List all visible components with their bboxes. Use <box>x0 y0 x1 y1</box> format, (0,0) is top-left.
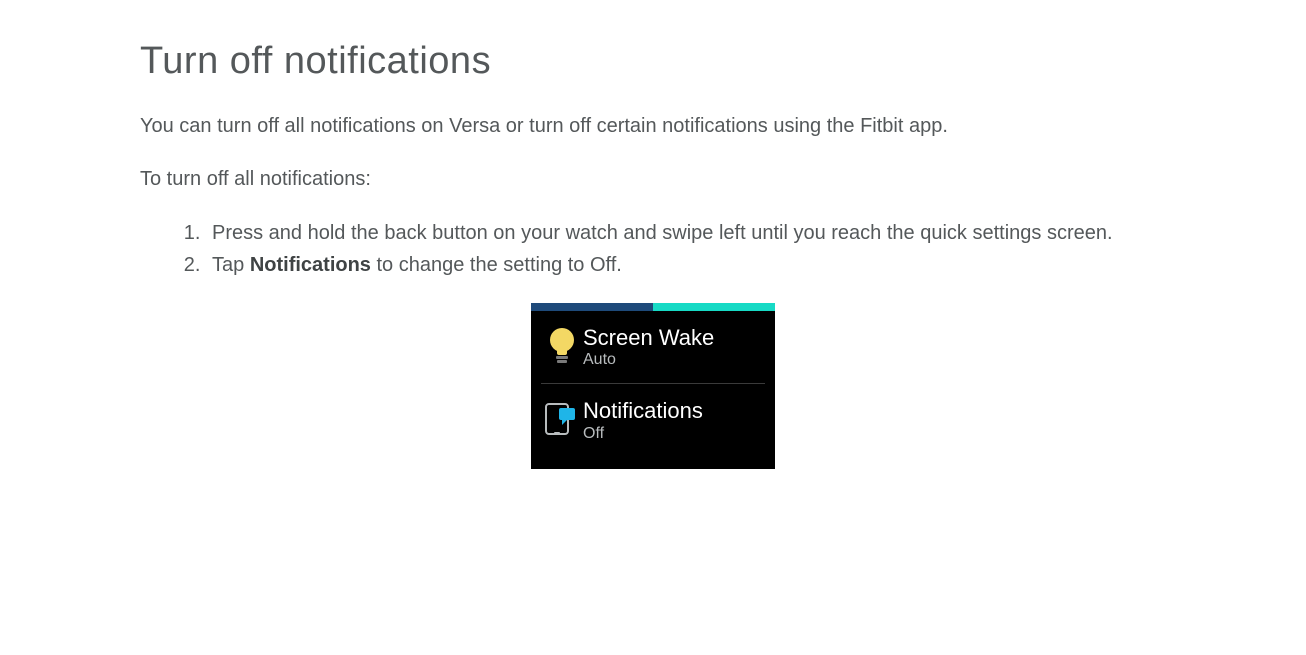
watch-row-notifications-title: Notifications <box>583 398 763 423</box>
step-1: Press and hold the back button on your w… <box>206 217 1166 249</box>
watch-quick-settings-screenshot: Screen Wake Auto Notifications Off <box>531 303 775 469</box>
step-2-post: to change the setting to Off. <box>371 254 622 276</box>
watch-progress-right <box>653 303 775 311</box>
instruction-steps: Press and hold the back button on your w… <box>140 217 1166 281</box>
step-2-bold: Notifications <box>250 254 371 276</box>
watch-row-screen-wake-title: Screen Wake <box>583 325 763 350</box>
instruction-lead: To turn off all notifications: <box>140 164 1166 195</box>
watch-progress-bar <box>531 303 775 311</box>
step-2: Tap Notifications to change the setting … <box>206 249 1166 281</box>
page-heading: Turn off notifications <box>140 40 1166 83</box>
watch-row-screen-wake: Screen Wake Auto <box>531 311 775 383</box>
phone-notification-icon <box>545 403 579 437</box>
watch-row-screen-wake-sub: Auto <box>583 351 763 369</box>
watch-progress-left <box>531 303 653 311</box>
step-2-pre: Tap <box>212 254 250 276</box>
watch-row-notifications-sub: Off <box>583 425 763 443</box>
intro-paragraph: You can turn off all notifications on Ve… <box>140 111 1166 142</box>
lightbulb-icon <box>549 328 575 366</box>
watch-row-notifications: Notifications Off <box>531 384 775 456</box>
